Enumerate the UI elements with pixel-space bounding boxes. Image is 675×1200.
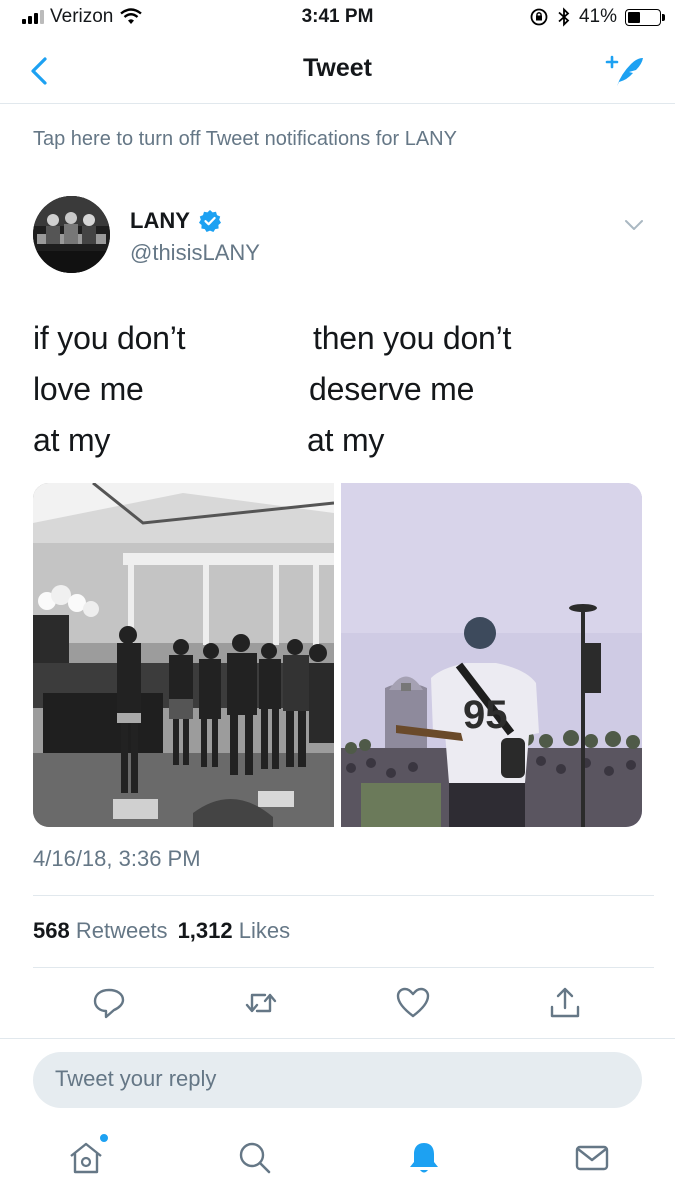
battery-percent: 41% [578, 6, 617, 27]
bluetooth-icon [558, 7, 570, 27]
chevron-down-icon[interactable] [623, 214, 645, 236]
tweet-text-left-line-2: love me [33, 371, 144, 407]
likes-label: Likes [238, 918, 291, 943]
svg-text:95: 95 [463, 693, 508, 737]
home-icon [70, 1142, 102, 1174]
tweet-text-right-line-3: at my [307, 422, 385, 458]
tab-search[interactable] [234, 1138, 274, 1178]
divider [0, 1038, 675, 1039]
orientation-lock-icon [530, 8, 548, 26]
tab-messages[interactable] [572, 1138, 612, 1178]
page-title: Tweet [303, 54, 372, 82]
reply-input[interactable]: Tweet your reply [33, 1052, 642, 1108]
likes-stat[interactable]: 1,312 Likes [178, 918, 291, 944]
likes-count: 1,312 [177, 918, 233, 943]
tweet-stats: 568 Retweets 1,312 Likes [33, 918, 290, 944]
reply-icon[interactable] [91, 985, 127, 1021]
tweet-text-left-line-1: if you don’t [33, 320, 186, 356]
reply-placeholder: Tweet your reply [55, 1066, 217, 1091]
tweet-timestamp: 4/16/18, 3:36 PM [33, 846, 201, 871]
search-icon [239, 1142, 271, 1174]
author-name-row[interactable]: LANY [130, 208, 222, 234]
notifications-icon [410, 1143, 438, 1173]
battery-icon [625, 8, 665, 26]
divider [33, 967, 654, 968]
tweet-text-right-line-2: deserve me [309, 371, 475, 407]
tweet-text-right-line-1: then you don’t [313, 320, 512, 356]
tab-notifications[interactable] [404, 1138, 444, 1178]
nav-bar: Tweet [0, 40, 675, 104]
like-icon[interactable] [395, 985, 431, 1021]
tab-bar [0, 1126, 675, 1200]
retweets-count: 568 [33, 918, 70, 943]
tab-home[interactable] [66, 1132, 110, 1178]
status-right: 41% [529, 6, 665, 28]
author-name[interactable]: LANY [130, 208, 190, 234]
retweets-stat[interactable]: 568 Retweets [33, 918, 168, 944]
retweets-label: Retweets [75, 918, 168, 943]
status-bar: Verizon 3:41 PM 41% [0, 0, 675, 40]
tweet-photo-left[interactable] [33, 483, 334, 827]
tweet-text-left-line-3: at my [33, 422, 111, 458]
messages-icon [575, 1145, 609, 1171]
author-handle[interactable]: @thisisLANY [130, 240, 260, 266]
verified-badge-icon [198, 210, 221, 232]
compose-tweet-icon[interactable] [603, 50, 647, 90]
notification-banner[interactable]: Tap here to turn off Tweet notifications… [33, 128, 457, 151]
avatar[interactable] [33, 196, 110, 273]
share-icon[interactable] [547, 985, 583, 1021]
divider [33, 895, 654, 896]
home-notification-dot [98, 1132, 110, 1144]
retweet-icon[interactable] [243, 985, 279, 1021]
tweet-action-bar [0, 985, 675, 1025]
tweet-photo-right[interactable]: 95 [341, 483, 642, 827]
